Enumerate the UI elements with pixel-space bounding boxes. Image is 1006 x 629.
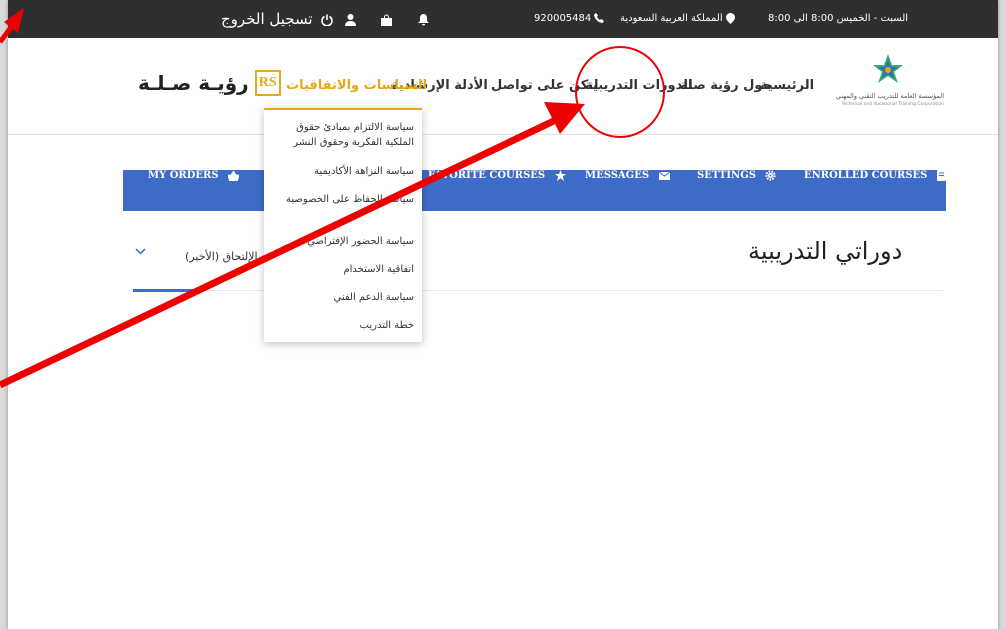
profile-button[interactable]	[342, 0, 356, 38]
basket-icon	[227, 169, 240, 181]
working-hours: السبت - الخميس 8:00 الى 8:00	[768, 13, 909, 24]
org-name-ar: المؤسسة العامة للتدريب التقني والمهني	[835, 92, 944, 100]
tab-favorite-courses[interactable]: FAVORITE COURSES	[428, 170, 566, 211]
pin-icon	[725, 12, 735, 24]
tab-enrolled-courses[interactable]: ENROLLED COURSES	[804, 170, 946, 211]
phone-icon	[594, 13, 605, 23]
cart-button[interactable]	[378, 0, 392, 38]
page-title: دوراتي التدريبية	[748, 237, 903, 265]
org-name-en: Technical and Vocational Training Corpor…	[841, 102, 944, 107]
phone-info: 920005484	[534, 0, 605, 38]
nav-courses[interactable]: الدورات التدريبية	[585, 78, 692, 93]
notifications-button[interactable]	[415, 0, 429, 38]
logout-label: تسجيل الخروج	[221, 10, 313, 28]
gear-icon	[765, 170, 777, 181]
nav-policies[interactable]: السياسات والاتفاقيات	[286, 78, 427, 93]
location-info: المملكة العربية السعودية	[620, 0, 735, 38]
dropdown-item-virtual-attendance[interactable]: سياسة الحضور الإفتراضي	[272, 234, 414, 249]
tvtc-logo[interactable]: المؤسسة العامة للتدريب التقني والمهني Te…	[828, 52, 948, 118]
sort-active-indicator	[133, 289, 193, 292]
brand-logo[interactable]: رؤيـة صـلـة RS	[138, 68, 281, 98]
power-icon	[321, 14, 334, 27]
phone-number: 920005484	[534, 13, 592, 24]
nav-about[interactable]: حول رؤية صلة	[680, 78, 772, 93]
star-icon	[554, 170, 566, 181]
envelope-icon	[658, 171, 670, 180]
book-icon	[936, 170, 946, 181]
nav-contact[interactable]: لنكن على تواصل	[491, 78, 599, 93]
dropdown-item-tech-support[interactable]: سياسة الدعم الفني	[272, 290, 414, 305]
dropdown-item-privacy-policy[interactable]: سياسة الحفاظ على الخصوصية	[272, 192, 414, 207]
dropdown-item-academic-integrity[interactable]: سياسة النزاهة الأكاديمية	[272, 164, 414, 179]
tab-settings-label: SETTINGS	[697, 170, 756, 181]
chevron-down-icon	[135, 248, 146, 255]
browser-page: السبت - الخميس 8:00 الى 8:00 المملكة الع…	[8, 0, 998, 629]
sort-select[interactable]: تاريخ الإلتحاق (الأخير)	[133, 240, 283, 274]
account-tabs: MY ORDERS FAVORITE COURSES MESSAGES SETT…	[123, 169, 946, 211]
tab-my-orders-label: MY ORDERS	[148, 170, 219, 181]
location-text: المملكة العربية السعودية	[620, 13, 723, 24]
top-bar: السبت - الخميس 8:00 الى 8:00 المملكة الع…	[8, 0, 998, 38]
policies-dropdown: سياسة الالتزام بمبادئ حقوق الملكية الفكر…	[264, 108, 422, 342]
bell-icon	[418, 13, 429, 25]
tab-messages-label: MESSAGES	[585, 170, 650, 181]
tab-my-orders[interactable]: MY ORDERS	[148, 169, 240, 211]
brand-name: رؤيـة صـلـة	[138, 71, 249, 95]
dropdown-item-training-plan[interactable]: خطة التدريب	[272, 318, 414, 333]
tvtc-emblem-icon	[873, 54, 903, 83]
dropdown-item-usage-agreement[interactable]: اتفاقية الاستخدام	[272, 262, 414, 277]
logout-button[interactable]: تسجيل الخروج	[221, 0, 334, 38]
tab-settings[interactable]: SETTINGS	[697, 170, 777, 211]
tab-favorite-courses-label: FAVORITE COURSES	[428, 170, 546, 181]
user-icon	[345, 13, 356, 26]
brand-mark: RS	[254, 70, 281, 96]
content-divider	[133, 290, 943, 291]
tab-messages[interactable]: MESSAGES	[585, 170, 670, 211]
tab-enrolled-courses-label: ENROLLED COURSES	[804, 170, 928, 181]
bag-icon	[381, 14, 392, 26]
dropdown-item-ip-policy[interactable]: سياسة الالتزام بمبادئ حقوق الملكية الفكر…	[272, 120, 414, 150]
site-header: المؤسسة العامة للتدريب التقني والمهني Te…	[8, 38, 998, 135]
